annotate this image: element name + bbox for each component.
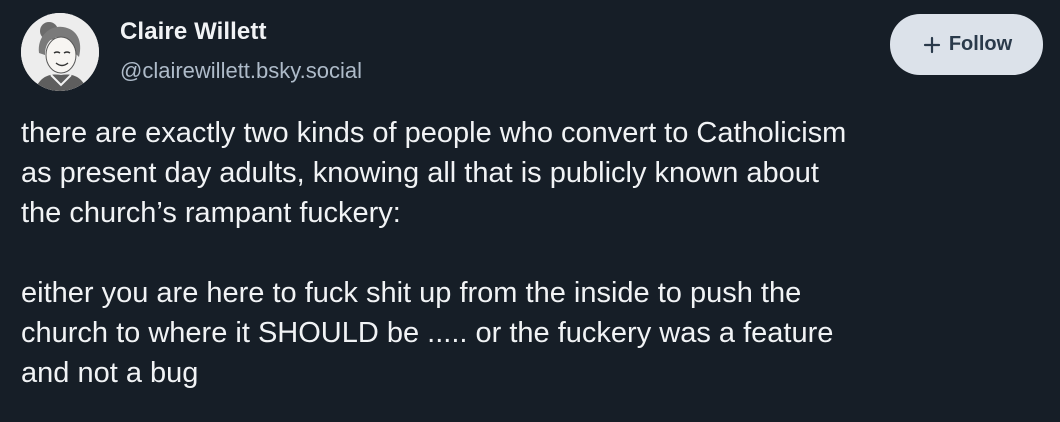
avatar[interactable] xyxy=(21,13,99,91)
post-paragraph: either you are here to fuck shit up from… xyxy=(21,277,834,389)
follow-button[interactable]: Follow xyxy=(890,14,1043,75)
plus-icon xyxy=(921,34,943,56)
post-text: there are exactly two kinds of people wh… xyxy=(21,113,1041,393)
avatar-illustration-icon xyxy=(21,13,99,91)
post-card: Claire Willett @clairewillett.bsky.socia… xyxy=(0,0,1060,422)
author-handle[interactable]: @clairewillett.bsky.social xyxy=(120,56,362,86)
author-display-name[interactable]: Claire Willett xyxy=(120,16,362,48)
follow-button-label: Follow xyxy=(948,33,1013,55)
post-paragraph: there are exactly two kinds of people wh… xyxy=(21,117,847,229)
author-info: Claire Willett @clairewillett.bsky.socia… xyxy=(120,16,362,86)
